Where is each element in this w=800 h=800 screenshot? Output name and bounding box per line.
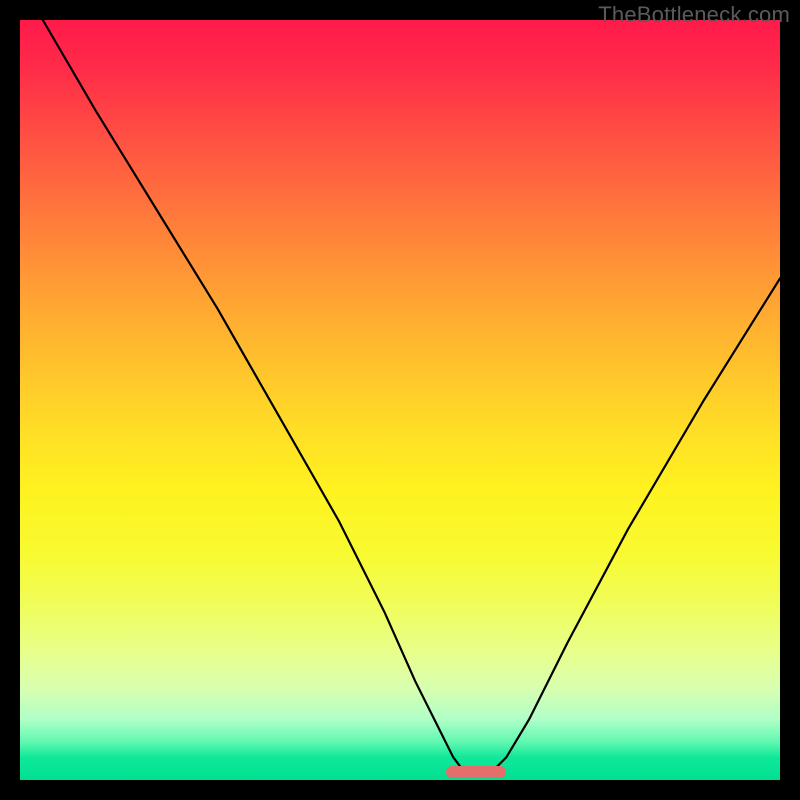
optimum-marker <box>446 766 507 778</box>
plot-area <box>20 20 780 780</box>
watermark-text: TheBottleneck.com <box>598 2 790 28</box>
bottleneck-curve <box>20 20 780 780</box>
